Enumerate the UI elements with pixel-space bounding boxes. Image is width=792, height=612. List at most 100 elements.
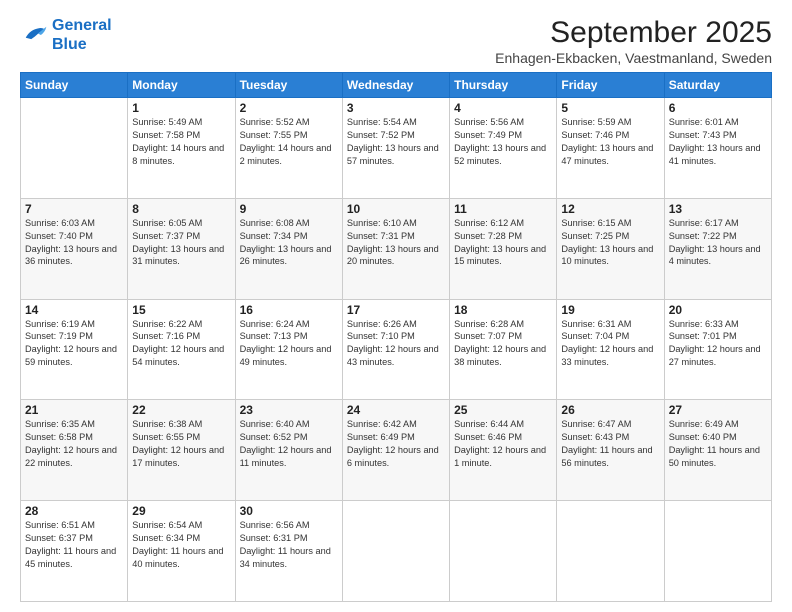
calendar-cell: 15Sunrise: 6:22 AMSunset: 7:16 PMDayligh… [128,299,235,400]
calendar-cell: 22Sunrise: 6:38 AMSunset: 6:55 PMDayligh… [128,400,235,501]
logo-icon [20,24,48,46]
calendar-week-1: 1Sunrise: 5:49 AMSunset: 7:58 PMDaylight… [21,98,772,199]
cell-info: Sunrise: 6:51 AMSunset: 6:37 PMDaylight:… [25,519,123,571]
calendar-week-4: 21Sunrise: 6:35 AMSunset: 6:58 PMDayligh… [21,400,772,501]
page-subtitle: Enhagen-Ekbacken, Vaestmanland, Sweden [495,50,772,66]
day-number: 20 [669,303,767,317]
calendar-cell: 20Sunrise: 6:33 AMSunset: 7:01 PMDayligh… [664,299,771,400]
calendar-cell: 12Sunrise: 6:15 AMSunset: 7:25 PMDayligh… [557,198,664,299]
day-number: 21 [25,403,123,417]
cell-info: Sunrise: 6:47 AMSunset: 6:43 PMDaylight:… [561,418,659,470]
calendar-week-2: 7Sunrise: 6:03 AMSunset: 7:40 PMDaylight… [21,198,772,299]
cell-info: Sunrise: 5:52 AMSunset: 7:55 PMDaylight:… [240,116,338,168]
calendar-cell: 3Sunrise: 5:54 AMSunset: 7:52 PMDaylight… [342,98,449,199]
calendar-cell: 10Sunrise: 6:10 AMSunset: 7:31 PMDayligh… [342,198,449,299]
day-number: 27 [669,403,767,417]
cell-info: Sunrise: 5:59 AMSunset: 7:46 PMDaylight:… [561,116,659,168]
day-number: 29 [132,504,230,518]
cell-info: Sunrise: 6:19 AMSunset: 7:19 PMDaylight:… [25,318,123,370]
day-number: 17 [347,303,445,317]
cell-info: Sunrise: 6:38 AMSunset: 6:55 PMDaylight:… [132,418,230,470]
cell-info: Sunrise: 6:22 AMSunset: 7:16 PMDaylight:… [132,318,230,370]
cell-info: Sunrise: 6:17 AMSunset: 7:22 PMDaylight:… [669,217,767,269]
col-friday: Friday [557,73,664,98]
calendar-cell: 7Sunrise: 6:03 AMSunset: 7:40 PMDaylight… [21,198,128,299]
col-thursday: Thursday [450,73,557,98]
cell-info: Sunrise: 6:24 AMSunset: 7:13 PMDaylight:… [240,318,338,370]
cell-info: Sunrise: 6:33 AMSunset: 7:01 PMDaylight:… [669,318,767,370]
day-number: 3 [347,101,445,115]
cell-info: Sunrise: 6:10 AMSunset: 7:31 PMDaylight:… [347,217,445,269]
calendar-cell [342,501,449,602]
day-number: 6 [669,101,767,115]
day-number: 25 [454,403,552,417]
day-number: 7 [25,202,123,216]
cell-info: Sunrise: 6:28 AMSunset: 7:07 PMDaylight:… [454,318,552,370]
calendar-week-5: 28Sunrise: 6:51 AMSunset: 6:37 PMDayligh… [21,501,772,602]
calendar-cell: 24Sunrise: 6:42 AMSunset: 6:49 PMDayligh… [342,400,449,501]
day-number: 9 [240,202,338,216]
calendar-cell: 17Sunrise: 6:26 AMSunset: 7:10 PMDayligh… [342,299,449,400]
calendar-cell: 8Sunrise: 6:05 AMSunset: 7:37 PMDaylight… [128,198,235,299]
day-number: 30 [240,504,338,518]
day-number: 12 [561,202,659,216]
cell-info: Sunrise: 6:15 AMSunset: 7:25 PMDaylight:… [561,217,659,269]
cell-info: Sunrise: 6:35 AMSunset: 6:58 PMDaylight:… [25,418,123,470]
cell-info: Sunrise: 6:01 AMSunset: 7:43 PMDaylight:… [669,116,767,168]
cell-info: Sunrise: 5:49 AMSunset: 7:58 PMDaylight:… [132,116,230,168]
day-number: 15 [132,303,230,317]
calendar-cell [450,501,557,602]
logo: General Blue [20,16,112,54]
logo-text: General Blue [52,16,112,54]
page-title: September 2025 [495,16,772,50]
day-number: 16 [240,303,338,317]
day-number: 26 [561,403,659,417]
header: General Blue September 2025 Enhagen-Ekba… [20,16,772,66]
calendar-cell [21,98,128,199]
day-number: 4 [454,101,552,115]
cell-info: Sunrise: 6:26 AMSunset: 7:10 PMDaylight:… [347,318,445,370]
cell-info: Sunrise: 6:12 AMSunset: 7:28 PMDaylight:… [454,217,552,269]
col-tuesday: Tuesday [235,73,342,98]
day-number: 11 [454,202,552,216]
col-saturday: Saturday [664,73,771,98]
calendar-cell: 13Sunrise: 6:17 AMSunset: 7:22 PMDayligh… [664,198,771,299]
calendar-cell: 19Sunrise: 6:31 AMSunset: 7:04 PMDayligh… [557,299,664,400]
calendar-cell: 9Sunrise: 6:08 AMSunset: 7:34 PMDaylight… [235,198,342,299]
cell-info: Sunrise: 6:03 AMSunset: 7:40 PMDaylight:… [25,217,123,269]
calendar-cell: 25Sunrise: 6:44 AMSunset: 6:46 PMDayligh… [450,400,557,501]
title-block: September 2025 Enhagen-Ekbacken, Vaestma… [495,16,772,66]
calendar-cell: 18Sunrise: 6:28 AMSunset: 7:07 PMDayligh… [450,299,557,400]
calendar-cell: 29Sunrise: 6:54 AMSunset: 6:34 PMDayligh… [128,501,235,602]
cell-info: Sunrise: 6:54 AMSunset: 6:34 PMDaylight:… [132,519,230,571]
calendar-cell: 11Sunrise: 6:12 AMSunset: 7:28 PMDayligh… [450,198,557,299]
calendar-cell: 14Sunrise: 6:19 AMSunset: 7:19 PMDayligh… [21,299,128,400]
day-number: 5 [561,101,659,115]
day-number: 22 [132,403,230,417]
day-number: 1 [132,101,230,115]
calendar-cell: 5Sunrise: 5:59 AMSunset: 7:46 PMDaylight… [557,98,664,199]
cell-info: Sunrise: 6:56 AMSunset: 6:31 PMDaylight:… [240,519,338,571]
day-number: 28 [25,504,123,518]
calendar-cell: 6Sunrise: 6:01 AMSunset: 7:43 PMDaylight… [664,98,771,199]
cell-info: Sunrise: 5:54 AMSunset: 7:52 PMDaylight:… [347,116,445,168]
calendar-cell: 23Sunrise: 6:40 AMSunset: 6:52 PMDayligh… [235,400,342,501]
col-wednesday: Wednesday [342,73,449,98]
day-number: 13 [669,202,767,216]
day-number: 8 [132,202,230,216]
calendar-header-row: Sunday Monday Tuesday Wednesday Thursday… [21,73,772,98]
calendar-cell: 4Sunrise: 5:56 AMSunset: 7:49 PMDaylight… [450,98,557,199]
cell-info: Sunrise: 5:56 AMSunset: 7:49 PMDaylight:… [454,116,552,168]
cell-info: Sunrise: 6:31 AMSunset: 7:04 PMDaylight:… [561,318,659,370]
calendar-cell: 1Sunrise: 5:49 AMSunset: 7:58 PMDaylight… [128,98,235,199]
calendar-cell: 27Sunrise: 6:49 AMSunset: 6:40 PMDayligh… [664,400,771,501]
calendar-cell: 26Sunrise: 6:47 AMSunset: 6:43 PMDayligh… [557,400,664,501]
calendar-cell: 30Sunrise: 6:56 AMSunset: 6:31 PMDayligh… [235,501,342,602]
calendar-cell: 2Sunrise: 5:52 AMSunset: 7:55 PMDaylight… [235,98,342,199]
day-number: 18 [454,303,552,317]
calendar-table: Sunday Monday Tuesday Wednesday Thursday… [20,72,772,602]
calendar-week-3: 14Sunrise: 6:19 AMSunset: 7:19 PMDayligh… [21,299,772,400]
cell-info: Sunrise: 6:42 AMSunset: 6:49 PMDaylight:… [347,418,445,470]
col-monday: Monday [128,73,235,98]
cell-info: Sunrise: 6:05 AMSunset: 7:37 PMDaylight:… [132,217,230,269]
